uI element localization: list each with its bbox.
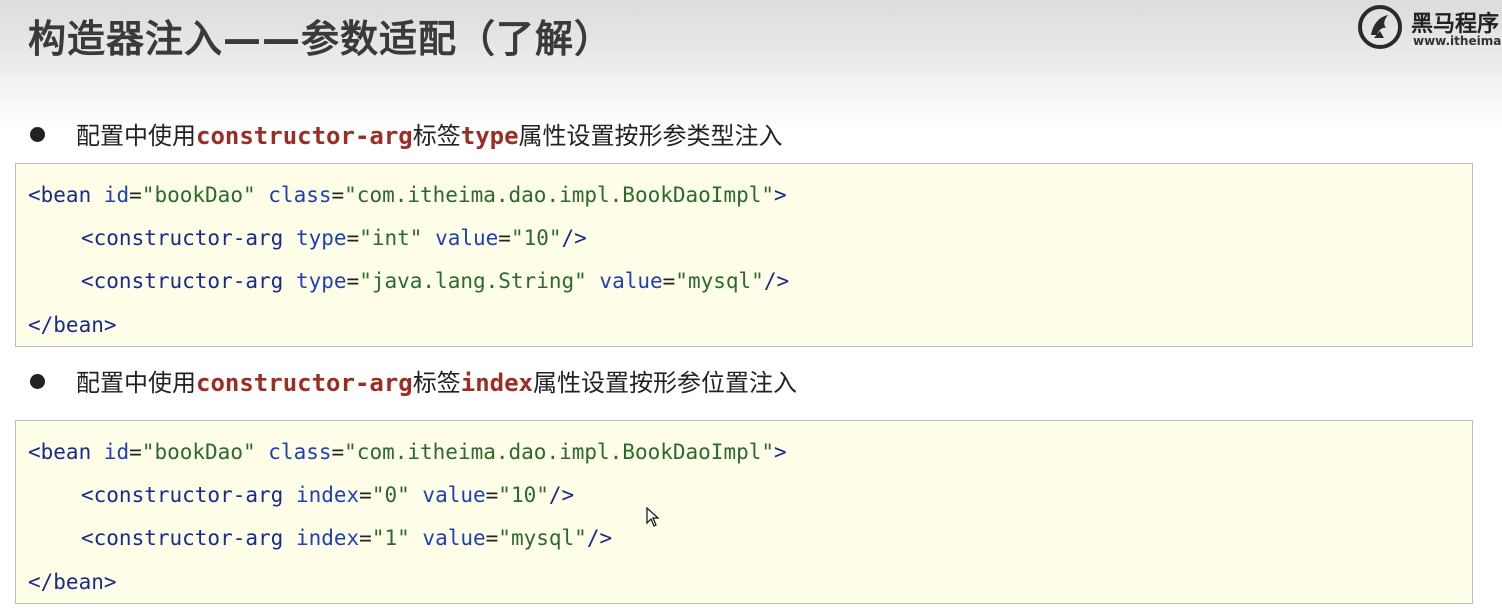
bullet-mid: 标签	[412, 369, 461, 397]
bullet-prefix: 配置中使用	[76, 369, 196, 397]
slide-title: 构造器注入——参数适配（了解）	[28, 17, 614, 61]
keyword-type: type	[460, 122, 519, 150]
code-line-constructor-arg-1: <constructor-arg type="int" value="10"/>	[81, 226, 587, 250]
code-line-constructor-arg-2: <constructor-arg type="java.lang.String"…	[81, 269, 790, 293]
code-line-bean-close: </bean>	[28, 570, 117, 594]
keyword-constructor-arg: constructor-arg	[196, 122, 413, 150]
bullet-suffix: 属性设置按形参类型注入	[518, 122, 783, 150]
code-block-index: <bean id="bookDao" class="com.itheima.da…	[15, 420, 1473, 604]
code-line-bean-open: <bean id="bookDao" class="com.itheima.da…	[28, 183, 787, 207]
code-line-constructor-arg-2: <constructor-arg index="1" value="mysql"…	[81, 526, 613, 550]
bullet-prefix: 配置中使用	[76, 122, 196, 150]
bullet-text: 配置中使用constructor-arg标签type属性设置按形参类型注入	[76, 119, 783, 153]
logo-url: www.itheima.c	[1413, 34, 1502, 48]
bullet-text: 配置中使用constructor-arg标签index属性设置按形参位置注入	[76, 366, 797, 400]
code-line-constructor-arg-1: <constructor-arg index="0" value="10"/>	[81, 483, 575, 507]
code-line-bean-open: <bean id="bookDao" class="com.itheima.da…	[28, 440, 787, 464]
bullet-icon	[30, 127, 45, 142]
bullet-mid: 标签	[412, 122, 461, 150]
keyword-index: index	[460, 369, 533, 397]
keyword-constructor-arg: constructor-arg	[196, 369, 413, 397]
itheima-logo-icon	[1358, 5, 1402, 49]
code-block-type: <bean id="bookDao" class="com.itheima.da…	[15, 163, 1473, 347]
mouse-cursor-icon	[646, 507, 660, 527]
bullet-icon	[30, 374, 45, 389]
bullet-suffix: 属性设置按形参位置注入	[533, 369, 797, 397]
code-line-bean-close: </bean>	[28, 313, 117, 337]
